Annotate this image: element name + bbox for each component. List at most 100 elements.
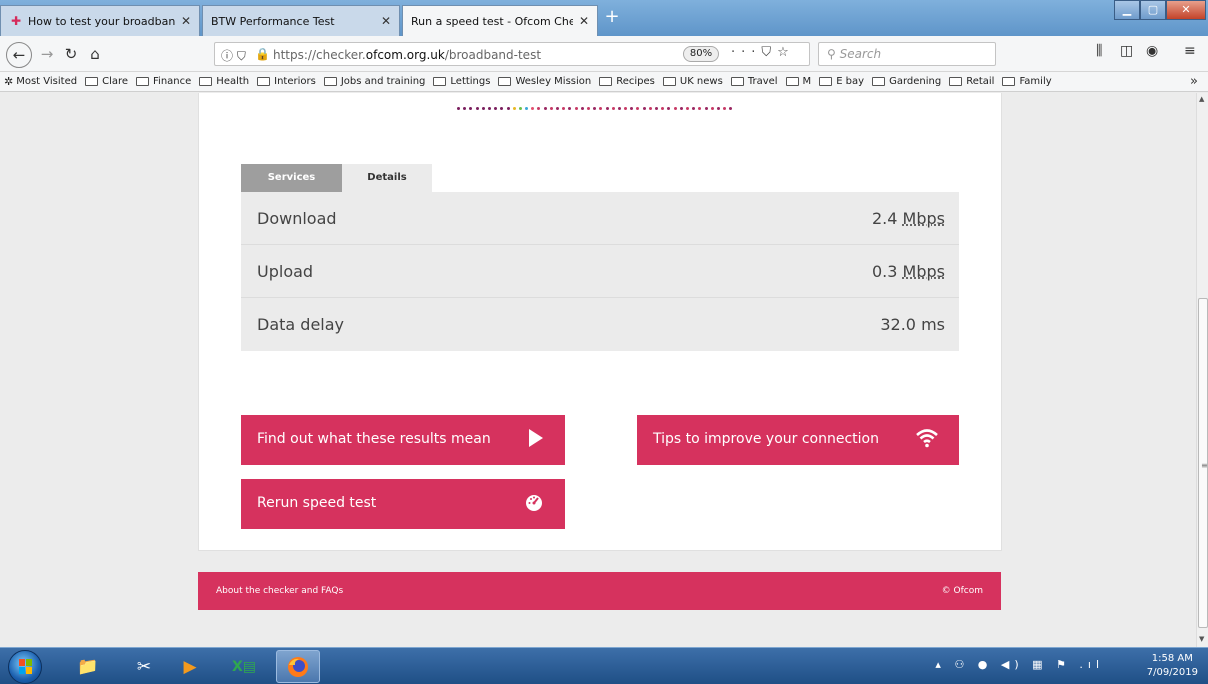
progress-dot: [692, 107, 696, 110]
address-bar[interactable]: ⓘ ⛉ 🔒 https://checker.ofcom.org.uk/broad…: [214, 42, 810, 66]
result-label: Data delay: [257, 315, 345, 334]
rerun-speed-test-button[interactable]: Rerun speed test: [241, 479, 565, 529]
browser-title-bar: ✚ How to test your broadband sp ✕ BTW Pe…: [0, 0, 1208, 36]
page-scrollbar[interactable]: ▲ ≡ ▼: [1196, 93, 1208, 647]
progress-dot: [487, 107, 491, 110]
folder-icon: [872, 77, 886, 86]
progress-dot: [636, 107, 640, 110]
bookmark-folder[interactable]: Finance: [136, 76, 191, 87]
new-tab-button[interactable]: +: [602, 7, 622, 29]
progress-dot: [716, 107, 720, 110]
close-tab-icon[interactable]: ✕: [579, 14, 589, 28]
scroll-up-arrow-icon[interactable]: ▲: [1199, 95, 1204, 103]
close-tab-icon[interactable]: ✕: [381, 14, 391, 28]
bookmark-folder[interactable]: Lettings: [433, 76, 490, 87]
bookmark-folder[interactable]: Wesley Mission: [498, 76, 591, 87]
reload-button[interactable]: ↻: [60, 43, 82, 65]
library-icon[interactable]: ⫼: [1096, 43, 1102, 59]
menu-icon[interactable]: ≡: [1184, 43, 1196, 59]
progress-dot: [568, 107, 572, 110]
bookmark-folder[interactable]: Interiors: [257, 76, 316, 87]
maximize-button[interactable]: ▢: [1140, 0, 1166, 20]
progress-dot: [710, 107, 714, 110]
progress-dot: [599, 107, 603, 110]
bookmark-folder[interactable]: UK news: [662, 76, 723, 87]
scroll-thumb[interactable]: ≡: [1198, 298, 1208, 628]
find-out-results-button[interactable]: Find out what these results mean: [241, 415, 565, 465]
progress-dot: [574, 107, 578, 110]
page-actions[interactable]: ···⛉☆: [731, 45, 795, 60]
folder-icon: [85, 77, 99, 86]
results-table: Download 2.4 Mbps Upload 0.3 Mbps Data d…: [241, 192, 959, 351]
folder-icon: [949, 77, 963, 86]
back-button[interactable]: ←: [6, 42, 32, 68]
search-input[interactable]: ⚲ Search: [818, 42, 996, 66]
progress-dot: [729, 107, 733, 110]
system-clock[interactable]: 1:58 AM 7/09/2019: [1147, 652, 1198, 680]
browser-tab[interactable]: BTW Performance Test ✕: [202, 5, 400, 36]
copyright-text: © Ofcom: [941, 586, 983, 596]
folder-icon: [819, 77, 833, 86]
media-player-icon[interactable]: ▶: [168, 650, 212, 683]
folder-icon: [199, 77, 213, 86]
gear-icon: ✲: [4, 75, 14, 88]
bookmark-folder[interactable]: Recipes: [599, 76, 655, 87]
minimize-button[interactable]: ▁: [1114, 0, 1140, 20]
more-bookmarks-icon[interactable]: »: [1190, 74, 1198, 89]
progress-dot: [518, 107, 522, 110]
result-value: 2.4 Mbps: [872, 209, 945, 228]
firefox-icon[interactable]: [276, 650, 320, 683]
bookmark-folder[interactable]: E bay: [819, 76, 864, 87]
result-row-upload: Upload 0.3 Mbps: [241, 245, 959, 298]
info-icon[interactable]: ⓘ ⛉: [221, 47, 246, 64]
bookmark-folder[interactable]: Jobs and training: [323, 76, 425, 87]
progress-dot: [667, 107, 671, 110]
bookmark-folder[interactable]: Clare: [85, 76, 128, 87]
forward-button[interactable]: →: [36, 43, 58, 65]
close-tab-icon[interactable]: ✕: [181, 14, 191, 28]
file-explorer-icon[interactable]: 📁: [66, 650, 110, 683]
result-label: Download: [257, 209, 337, 228]
bookmark-folder[interactable]: Health: [199, 76, 249, 87]
progress-dot: [543, 107, 547, 110]
browser-tab-active[interactable]: Run a speed test - Ofcom Checker ✕: [402, 5, 598, 36]
tab-title: BTW Performance Test: [211, 14, 335, 28]
snipping-tool-icon[interactable]: ✂: [122, 650, 166, 683]
bookmark-folder[interactable]: Family: [1002, 76, 1052, 87]
windows-taskbar: 📁 ✂ ▶ X▤ ▴ ⚇ ● ◀) ▦ ⚑ .ıl 1:58 AM 7/09/2…: [0, 647, 1208, 684]
progress-dot: [648, 107, 652, 110]
progress-dot: [562, 107, 566, 110]
result-value: 32.0 ms: [880, 315, 945, 334]
tips-improve-connection-button[interactable]: Tips to improve your connection: [637, 415, 959, 465]
tab-details[interactable]: Details: [342, 164, 432, 192]
ofcom-favicon-icon: ✚: [10, 14, 22, 28]
bookmark-folder[interactable]: Travel: [730, 76, 778, 87]
progress-dot: [586, 107, 590, 110]
excel-icon[interactable]: X▤: [222, 650, 266, 683]
bookmark-folder[interactable]: Retail: [949, 76, 994, 87]
sidebar-icon[interactable]: ◫: [1120, 43, 1133, 59]
bookmark-folder[interactable]: Gardening: [872, 76, 941, 87]
wifi-icon: [916, 429, 938, 448]
folder-icon: [257, 77, 271, 86]
folder-icon: [785, 77, 799, 86]
system-tray-icons[interactable]: ▴ ⚇ ● ◀) ▦ ⚑ .ıl: [935, 658, 1104, 671]
tab-services[interactable]: Services: [241, 164, 342, 192]
account-icon[interactable]: ◉: [1146, 43, 1158, 59]
folder-icon: [599, 77, 613, 86]
about-faq-link[interactable]: About the checker and FAQs: [216, 586, 343, 596]
folder-icon: [662, 77, 676, 86]
bookmark-folder[interactable]: M: [785, 76, 811, 87]
home-icon[interactable]: ⌂: [84, 43, 106, 65]
zoom-indicator[interactable]: 80%: [683, 46, 719, 62]
result-value: 0.3 Mbps: [872, 262, 945, 281]
results-card: Services Details Download 2.4 Mbps Uploa…: [198, 93, 1002, 551]
bookmark-most-visited[interactable]: ✲ Most Visited: [4, 75, 77, 88]
start-button[interactable]: [8, 650, 42, 684]
scroll-down-arrow-icon[interactable]: ▼: [1199, 635, 1204, 643]
progress-dot: [593, 107, 597, 110]
browser-tab[interactable]: ✚ How to test your broadband sp ✕: [0, 5, 200, 36]
url-text[interactable]: https://checker.ofcom.org.uk/broadband-t…: [273, 48, 541, 62]
scroll-grip-icon: ≡: [1201, 461, 1208, 470]
close-window-button[interactable]: ✕: [1166, 0, 1206, 20]
